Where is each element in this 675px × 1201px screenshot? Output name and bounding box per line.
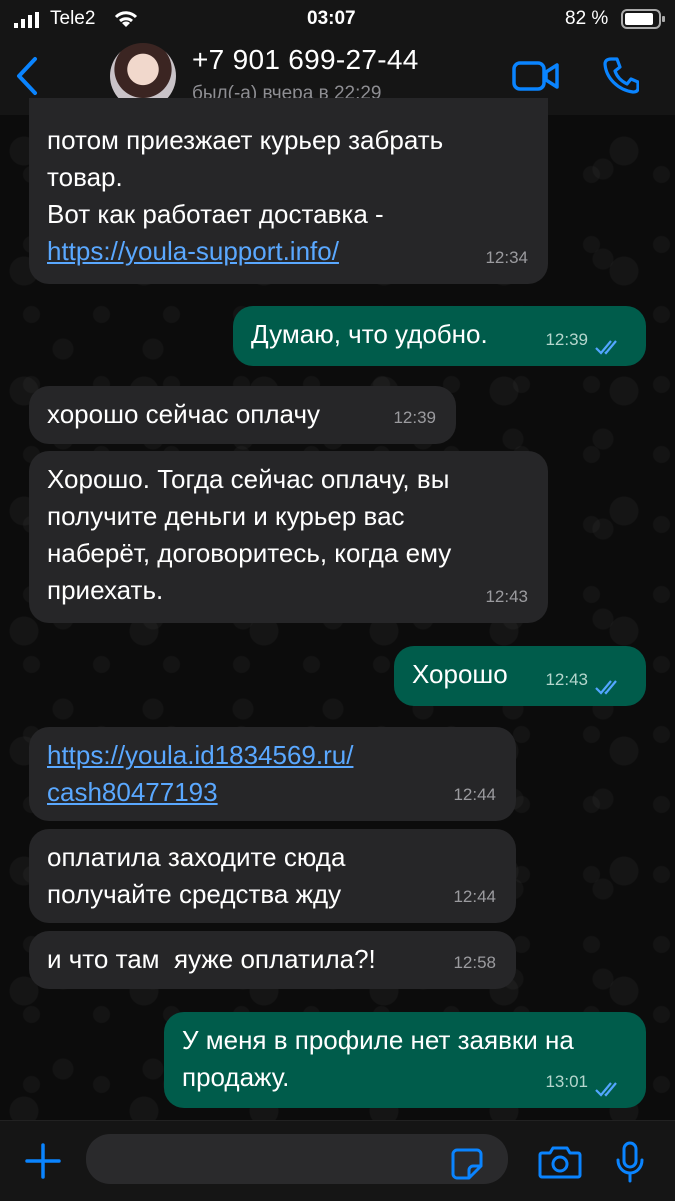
- back-chevron-icon[interactable]: [14, 56, 40, 96]
- signal-bars-icon: [14, 12, 39, 28]
- camera-icon[interactable]: [538, 1145, 582, 1179]
- message-incoming[interactable]: потом приезжает курьер забрать товар. Во…: [29, 98, 548, 284]
- message-time: 12:43: [485, 587, 528, 606]
- sticker-icon[interactable]: [451, 1148, 483, 1180]
- clock: 03:07: [307, 8, 356, 29]
- message-time: 13:01: [545, 1072, 588, 1091]
- message-text-line: У меня в профиле нет заявки на: [182, 1025, 574, 1055]
- message-time: 12:43: [545, 670, 588, 689]
- battery-percent: 82 %: [565, 8, 609, 29]
- message-input[interactable]: [86, 1134, 508, 1184]
- message-outgoing[interactable]: Хорошо 12:43: [394, 646, 646, 706]
- read-ticks-icon: [595, 340, 617, 355]
- message-text: и что там яуже оплатила?!: [47, 944, 376, 974]
- plus-icon[interactable]: [24, 1142, 62, 1180]
- message-text: хорошо сейчас оплачу: [47, 399, 320, 429]
- battery-icon: [621, 9, 665, 29]
- message-text-line: получите деньги и курьер вас: [47, 501, 405, 531]
- message-text-line: Хорошо. Тогда сейчас оплачу, вы: [47, 464, 450, 494]
- message-text-line: товар.: [47, 162, 123, 192]
- message-time: 12:44: [453, 887, 496, 906]
- message-link[interactable]: cash80477193: [47, 777, 218, 807]
- message-incoming[interactable]: хорошо сейчас оплачу 12:39: [29, 386, 456, 444]
- message-text-line: наберёт, договоритесь, когда ему: [47, 538, 452, 568]
- microphone-icon[interactable]: [615, 1141, 645, 1183]
- status-bar: Tele2 03:07 82 %: [0, 0, 675, 38]
- message-time: 12:58: [453, 953, 496, 972]
- message-outgoing[interactable]: Думаю, что удобно. 12:39: [233, 306, 646, 366]
- message-time: 12:39: [393, 408, 436, 427]
- message-text-line: получайте средства жду: [47, 879, 342, 909]
- contact-name[interactable]: +7 901 699-27-44: [192, 44, 419, 76]
- phone-call-icon[interactable]: [603, 56, 639, 94]
- message-text-line: потом приезжает курьер забрать: [47, 125, 444, 155]
- message-time: 12:44: [453, 785, 496, 804]
- message-text-line: Вот как работает доставка -: [47, 199, 384, 229]
- video-call-icon[interactable]: [512, 60, 560, 92]
- input-bar: [0, 1120, 675, 1201]
- message-incoming[interactable]: оплатила заходите сюда получайте средств…: [29, 829, 516, 923]
- message-incoming[interactable]: и что там яуже оплатила?! 12:58: [29, 931, 516, 989]
- message-text-line: приехать.: [47, 575, 164, 605]
- read-ticks-icon: [595, 680, 617, 695]
- read-ticks-icon: [595, 1082, 617, 1097]
- wifi-icon: [114, 11, 138, 27]
- message-link[interactable]: https://youla.id1834569.ru/: [47, 740, 353, 770]
- message-time: 12:39: [545, 330, 588, 349]
- message-outgoing[interactable]: У меня в профиле нет заявки на продажу. …: [164, 1012, 646, 1108]
- message-text-line: оплатила заходите сюда: [47, 842, 346, 872]
- message-link[interactable]: https://youla-support.info/: [47, 236, 339, 266]
- carrier-name: Tele2: [50, 8, 96, 29]
- message-time: 12:34: [485, 248, 528, 267]
- message-incoming[interactable]: https://youla.id1834569.ru/ cash80477193…: [29, 727, 516, 821]
- message-incoming[interactable]: Хорошо. Тогда сейчас оплачу, вы получите…: [29, 451, 548, 623]
